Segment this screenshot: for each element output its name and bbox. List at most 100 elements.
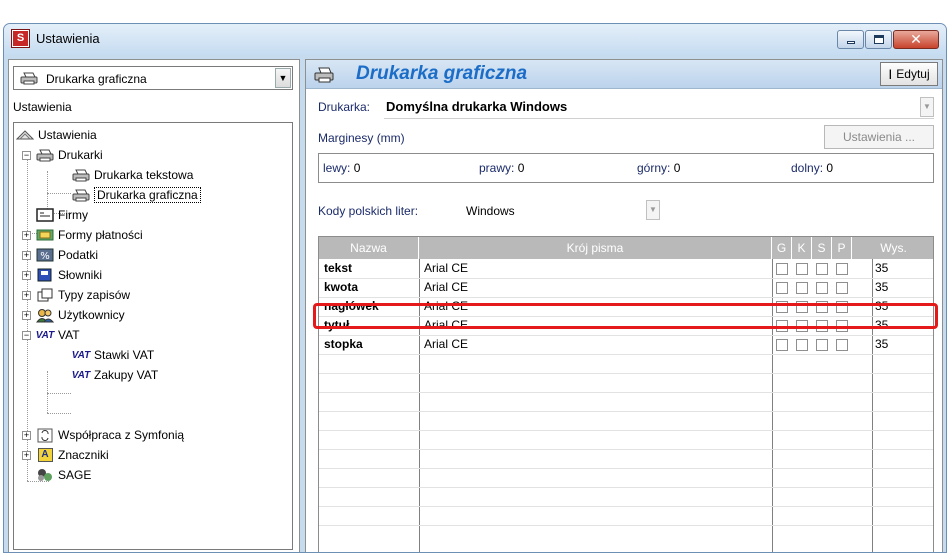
col-header-g[interactable]: G: [772, 237, 792, 259]
tree-item-drukarka-graficzna[interactable]: Drukarka graficzna: [72, 185, 201, 205]
tree-item-stawki-vat[interactable]: VAT Stawki VAT: [72, 345, 154, 365]
close-button[interactable]: ✕: [893, 30, 939, 49]
collapse-icon[interactable]: −: [22, 150, 31, 160]
sync-icon: [36, 427, 54, 443]
vat-icon: VAT: [71, 349, 91, 361]
maximize-icon: [874, 35, 884, 44]
collapse-icon[interactable]: −: [22, 330, 31, 340]
svg-text:%: %: [40, 251, 50, 262]
tree-item-root[interactable]: Ustawienia: [16, 125, 97, 145]
tree-item-firmy[interactable]: Firmy: [36, 205, 88, 225]
panel-header: Drukarka graficzna I Edytuj: [306, 60, 942, 89]
margin-top[interactable]: górny: 0: [637, 161, 680, 175]
codes-label: Kody polskich liter:: [318, 204, 419, 218]
dictionary-icon: [36, 267, 54, 283]
tree-item-drukarka-tekstowa[interactable]: Drukarka tekstowa: [72, 165, 193, 185]
vat-icon: VAT: [71, 369, 91, 381]
col-header-wys[interactable]: Wys.: [852, 237, 933, 259]
edit-button[interactable]: I Edytuj: [880, 62, 938, 86]
expand-icon[interactable]: +: [22, 270, 31, 280]
italic-checkbox[interactable]: [796, 301, 808, 313]
maximize-button[interactable]: [865, 30, 892, 49]
italic-checkbox[interactable]: [796, 263, 808, 275]
section-select[interactable]: Drukarka graficzna ▼: [13, 66, 293, 90]
margin-bottom[interactable]: dolny: 0: [791, 161, 833, 175]
tree-item-uzytkownicy[interactable]: + Użytkownicy: [22, 305, 125, 325]
expand-icon[interactable]: +: [22, 250, 31, 260]
right-pane: Drukarka graficzna I Edytuj Drukarka: Do…: [305, 59, 943, 552]
col-header-k[interactable]: K: [792, 237, 812, 259]
italic-checkbox[interactable]: [796, 339, 808, 351]
app-icon: S: [11, 29, 30, 48]
sage-icon: [36, 467, 54, 483]
bold-checkbox[interactable]: [776, 301, 788, 313]
margins-box: lewy: 0 prawy: 0 górny: 0 dolny: 0: [318, 153, 934, 183]
tree-item-drukarki[interactable]: − Drukarki: [22, 145, 103, 165]
underline-checkbox[interactable]: [836, 301, 848, 313]
table-row[interactable]: tytuł Arial CE 35: [319, 316, 933, 335]
printer-icon: [72, 167, 90, 183]
codes-select-value[interactable]: Windows: [466, 204, 515, 218]
users-icon: [36, 307, 54, 323]
tree-item-znaczniki[interactable]: + A Znaczniki: [22, 445, 109, 465]
minimize-icon: [847, 41, 855, 44]
tree-item-slowniki[interactable]: + Słowniki: [22, 265, 102, 285]
col-header-p[interactable]: P: [832, 237, 852, 259]
table-row[interactable]: stopka Arial CE 35: [319, 335, 933, 354]
underline-checkbox[interactable]: [836, 263, 848, 275]
strikeout-checkbox[interactable]: [816, 282, 828, 294]
tree-item-formy-platnosci[interactable]: + Formy płatności: [22, 225, 143, 245]
printer-select-value: Domyślna drukarka Windows: [386, 99, 568, 114]
tree-item-zakupy-vat[interactable]: VAT Zakupy VAT: [71, 365, 159, 385]
chevron-down-icon[interactable]: ▼: [275, 68, 291, 88]
expand-icon[interactable]: +: [22, 230, 31, 240]
col-header-name[interactable]: Nazwa: [319, 237, 419, 259]
minimize-button[interactable]: [837, 30, 864, 49]
printer-settings-button[interactable]: Ustawienia ...: [824, 125, 934, 149]
expand-icon[interactable]: +: [22, 310, 31, 320]
settings-window: S Ustawienia ✕ Drukarka graficzna ▼ Usta…: [3, 23, 947, 553]
margin-right[interactable]: prawy: 0: [479, 161, 524, 175]
tax-icon: %: [36, 247, 54, 263]
bold-checkbox[interactable]: [776, 320, 788, 332]
left-pane: Drukarka graficzna ▼ Ustawienia Ustawien…: [8, 59, 300, 552]
payment-icon: [36, 227, 54, 243]
tree-item-sage[interactable]: SAGE: [36, 465, 91, 485]
settings-tree: Ustawienia − Drukarki Drukarka tekstowa: [13, 122, 293, 550]
expand-icon[interactable]: +: [22, 290, 31, 300]
fonts-table: Nazwa Krój pisma G K S P Wys. tekst Aria…: [318, 236, 934, 552]
expand-icon[interactable]: +: [22, 450, 31, 460]
printer-icon: [36, 147, 54, 163]
bold-checkbox[interactable]: [776, 263, 788, 275]
table-row[interactable]: tekst Arial CE 35: [319, 259, 933, 278]
italic-checkbox[interactable]: [796, 320, 808, 332]
margins-label: Marginesy (mm): [318, 131, 405, 145]
title-bar[interactable]: S Ustawienia ✕: [4, 24, 946, 55]
table-row[interactable]: nagłówek Arial CE 35: [319, 297, 933, 316]
strikeout-checkbox[interactable]: [816, 263, 828, 275]
bold-checkbox[interactable]: [776, 339, 788, 351]
tree-item-typy-zapisow[interactable]: + Typy zapisów: [22, 285, 130, 305]
underline-checkbox[interactable]: [836, 320, 848, 332]
strikeout-checkbox[interactable]: [816, 320, 828, 332]
printer-select[interactable]: Domyślna drukarka Windows: [384, 95, 934, 119]
col-header-s[interactable]: S: [812, 237, 832, 259]
table-row[interactable]: kwota Arial CE 35: [319, 278, 933, 297]
strikeout-checkbox[interactable]: [816, 301, 828, 313]
col-header-font[interactable]: Krój pisma: [419, 237, 772, 259]
underline-checkbox[interactable]: [836, 282, 848, 294]
settings-root-icon: [16, 127, 34, 143]
strikeout-checkbox[interactable]: [816, 339, 828, 351]
documents-icon: [36, 287, 54, 303]
margin-left[interactable]: lewy: 0: [323, 161, 360, 175]
bold-checkbox[interactable]: [776, 282, 788, 294]
printer-icon: [20, 72, 38, 85]
expand-icon[interactable]: +: [22, 430, 31, 440]
chevron-down-icon[interactable]: ▼: [646, 200, 660, 220]
chevron-down-icon[interactable]: ▼: [920, 97, 934, 117]
underline-checkbox[interactable]: [836, 339, 848, 351]
tree-item-vat[interactable]: − VAT VAT: [22, 325, 80, 345]
tree-item-podatki[interactable]: + % Podatki: [22, 245, 98, 265]
tree-item-wspolpraca[interactable]: + Współpraca z Symfonią: [22, 425, 184, 445]
italic-checkbox[interactable]: [796, 282, 808, 294]
